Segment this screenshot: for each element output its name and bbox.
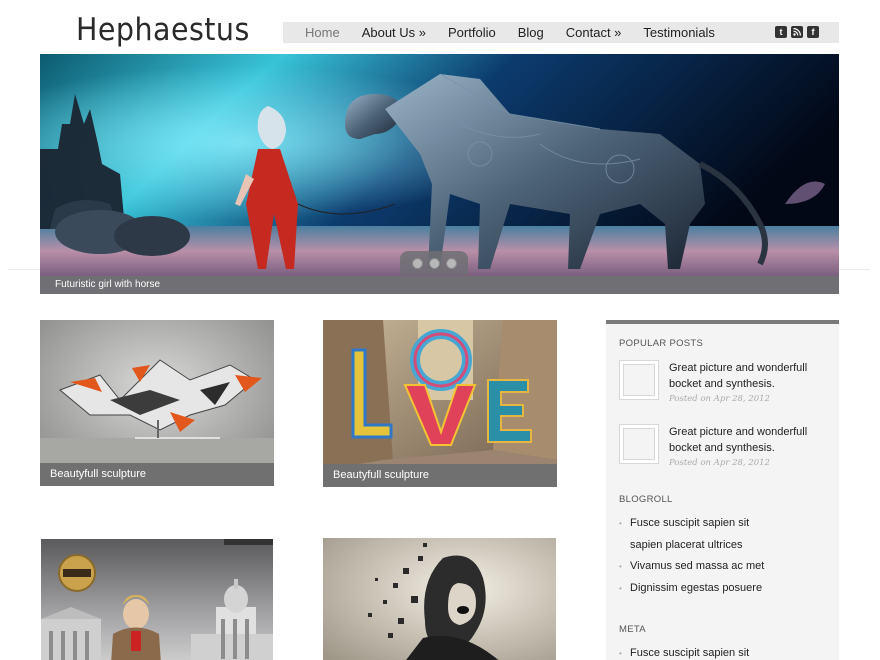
bullet-icon: • (619, 649, 622, 658)
portfolio-tile[interactable]: Beautyfull sculpture (323, 320, 557, 487)
love-sculpture-image (323, 320, 557, 487)
popular-posts-heading: POPULAR POSTS (619, 338, 704, 349)
post-thumbnail[interactable] (619, 424, 659, 464)
portfolio-tile[interactable] (41, 539, 275, 660)
facebook-icon[interactable]: f (807, 26, 819, 38)
popular-post: Great picture and wonderfull bocket and … (619, 424, 834, 474)
post-date: Posted on Apr 28, 2012 (669, 394, 770, 404)
nav-item-home[interactable]: Home (305, 25, 340, 40)
portfolio-tile[interactable] (323, 538, 557, 660)
slider-pagination (400, 251, 468, 275)
bullet-icon: • (619, 583, 622, 593)
bullet-icon: • (619, 562, 622, 571)
blogroll-link[interactable]: • Vivamus sed massa ac met (619, 556, 834, 578)
slider-dot-3[interactable] (445, 257, 457, 269)
shattered-face-image (323, 538, 556, 660)
blogroll-link[interactable]: • Fusce suscipit sapien sit (619, 513, 834, 535)
hero-slider[interactable]: Futuristic girl with horse (40, 54, 839, 294)
rss-icon[interactable] (791, 26, 803, 38)
portfolio-tile[interactable]: Beautyfull sculpture (40, 320, 274, 486)
bullet-icon: • (619, 519, 622, 528)
meta-heading: META (619, 624, 646, 635)
nav-item-about-us[interactable]: About Us » (362, 25, 426, 40)
post-thumbnail[interactable] (619, 360, 659, 400)
hero-image (40, 54, 839, 276)
site-logo[interactable]: Hephaestus (76, 12, 250, 48)
post-title[interactable]: Great picture and wonderfull bocket and … (669, 424, 834, 456)
nav-item-portfolio[interactable]: Portfolio (448, 25, 496, 40)
slider-caption: Futuristic girl with horse (55, 279, 161, 290)
meta-link[interactable]: • Fusce suscipit sapien sit (619, 643, 834, 660)
main-nav: Home About Us » Portfolio Blog Contact »… (283, 22, 839, 43)
city-poster-image (41, 539, 273, 660)
tile-caption: Beautyfull sculpture (40, 463, 274, 486)
blogroll-heading: BLOGROLL (619, 494, 673, 505)
post-title[interactable]: Great picture and wonderfull bocket and … (669, 360, 834, 392)
blogroll-link-continuation[interactable]: sapien placerat ultrices (619, 535, 834, 557)
blogroll-link[interactable]: • Dignissim egestas posuere (619, 578, 834, 600)
popular-post: Great picture and wonderfull bocket and … (619, 360, 834, 410)
twitter-icon[interactable]: t (775, 26, 787, 38)
tile-caption: Beautyfull sculpture (323, 464, 557, 487)
sculpture-image (40, 320, 274, 486)
post-date: Posted on Apr 28, 2012 (669, 458, 770, 468)
meta-list: • Fusce suscipit sapien sit (619, 643, 834, 660)
slider-caption-bar: Futuristic girl with horse (40, 276, 839, 294)
blogroll-list: • Fusce suscipit sapien sit sapien placer… (619, 513, 834, 599)
slider-dot-1[interactable] (411, 257, 423, 269)
slider-dot-2[interactable] (428, 257, 440, 269)
nav-item-blog[interactable]: Blog (518, 25, 544, 40)
nav-item-testimonials[interactable]: Testimonials (643, 25, 715, 40)
social-links: t f (775, 26, 819, 38)
sidebar: POPULAR POSTS Great picture and wonderfu… (606, 320, 839, 660)
nav-item-contact[interactable]: Contact » (566, 25, 622, 40)
